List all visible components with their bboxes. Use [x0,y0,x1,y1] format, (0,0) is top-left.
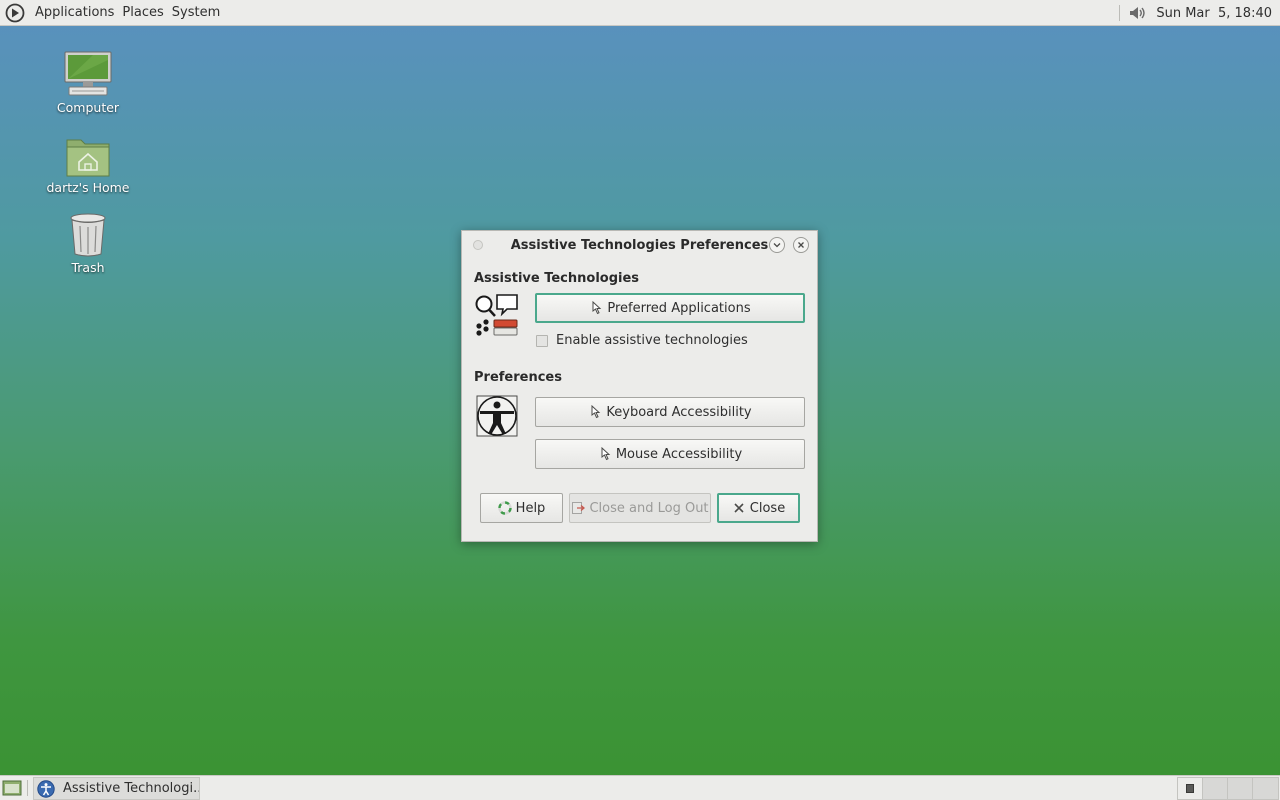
preferred-applications-button[interactable]: Preferred Applications [535,293,805,323]
section-title-preferences: Preferences [474,370,562,385]
help-button[interactable]: Help [480,493,563,523]
accessibility-icon [37,779,55,798]
workspace-4[interactable] [1252,777,1279,800]
desktop-icon-computer[interactable]: Computer [33,48,143,115]
window-close-button[interactable] [793,237,809,253]
volume-icon[interactable] [1127,3,1147,23]
dialog-titlebar[interactable]: Assistive Technologies Preferences [462,231,817,259]
keyboard-accessibility-button[interactable]: Keyboard Accessibility [535,397,805,427]
taskbar-item-label: Assistive Technologi... [63,781,199,796]
desktop-icon-trash[interactable]: Trash [33,208,143,275]
dialog-title: Assistive Technologies Preferences [510,237,769,253]
clock[interactable]: Sun Mar 5, 18:40 [1156,6,1272,21]
desktop-icon-label: Computer [56,100,120,115]
desktop-icon-label: dartz's Home [46,180,130,195]
minimize-button[interactable] [769,237,785,253]
menu-places[interactable]: Places [118,0,167,26]
workspace-2[interactable] [1202,777,1228,800]
close-icon [798,242,804,248]
help-lifebuoy-icon [497,501,512,515]
chevron-down-icon [773,243,781,248]
assistive-tech-dialog: Assistive Technologies Preferences Assis… [461,230,818,542]
taskbar-item-assistive[interactable]: Assistive Technologi... [33,777,200,800]
pointer-icon [598,447,612,461]
pointer-icon [588,405,602,419]
distro-logo-icon[interactable] [4,2,26,24]
enable-assistive-row[interactable]: Enable assistive technologies [536,333,748,348]
close-icon [732,501,746,515]
home-folder-icon [62,128,114,178]
close-and-log-out-label: Close and Log Out [589,500,709,516]
trash-icon [62,208,114,258]
assistive-tech-icon [474,293,520,339]
system-tray: Sun Mar 5, 18:40 [1119,0,1280,26]
desktop-icon-home[interactable]: dartz's Home [33,128,143,195]
top-panel: Applications Places System Sun Mar 5, 18… [0,0,1280,26]
workspace-window-thumbnail [1186,784,1194,793]
mouse-accessibility-button[interactable]: Mouse Accessibility [535,439,805,469]
desktop-icon-label: Trash [71,260,105,275]
close-button[interactable]: Close [717,493,800,523]
show-desktop-icon[interactable] [2,779,22,797]
close-and-log-out-button[interactable]: Close and Log Out [569,493,711,523]
workspace-3[interactable] [1227,777,1253,800]
menu-system[interactable]: System [168,0,224,26]
keyboard-accessibility-label: Keyboard Accessibility [606,404,752,420]
accessibility-person-icon [474,393,520,439]
preferred-applications-label: Preferred Applications [607,300,751,316]
enable-assistive-checkbox[interactable] [536,334,548,347]
logout-icon [571,501,586,515]
menu-applications[interactable]: Applications [31,0,118,26]
taskbar-separator [27,780,28,796]
help-label: Help [515,500,546,516]
pointer-icon [589,301,603,315]
enable-assistive-label[interactable]: Enable assistive technologies [556,333,748,348]
close-label: Close [749,500,786,516]
mouse-accessibility-label: Mouse Accessibility [615,446,743,462]
workspace-1[interactable] [1177,777,1203,800]
tray-separator [1119,5,1121,21]
computer-icon [62,48,114,98]
bottom-panel: Assistive Technologi... [0,775,1280,800]
window-menu-icon[interactable] [473,240,483,250]
section-title-assistive: Assistive Technologies [474,271,640,286]
